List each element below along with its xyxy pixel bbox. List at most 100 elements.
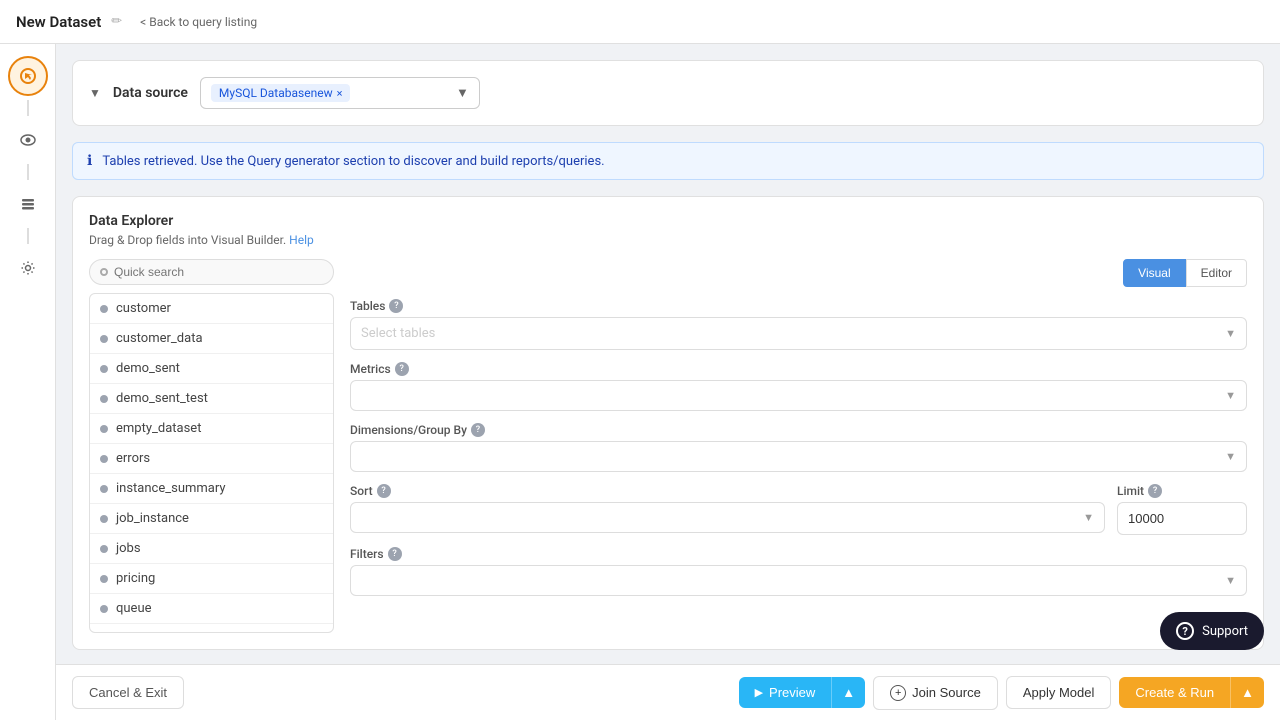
metrics-field-row: Metrics ? ▼	[350, 362, 1247, 411]
table-list-item[interactable]: job_instance	[90, 504, 333, 534]
preview-button[interactable]: ▶ Preview	[739, 677, 832, 708]
table-item-dot	[100, 305, 108, 313]
sidebar-connector-3	[27, 228, 29, 244]
metrics-help-icon[interactable]: ?	[395, 362, 409, 376]
sort-limit-row: Sort ? ▼	[350, 484, 1247, 535]
dimensions-select-arrow-icon: ▼	[1225, 450, 1236, 463]
filters-label: Filters ?	[350, 547, 1247, 561]
view-toggle: Visual Editor	[350, 259, 1247, 287]
preview-toggle-button[interactable]: ▲	[831, 677, 865, 708]
filters-select[interactable]: ▼	[350, 565, 1247, 596]
metrics-select[interactable]: ▼	[350, 380, 1247, 411]
join-source-button[interactable]: + Join Source	[873, 676, 998, 710]
explorer-section: Data Explorer Drag & Drop fields into Vi…	[72, 196, 1264, 650]
join-source-plus-icon: +	[890, 685, 906, 701]
table-list-item[interactable]: queue	[90, 594, 333, 624]
support-button[interactable]: ? Support	[1160, 612, 1264, 650]
limit-field: Limit ?	[1117, 484, 1247, 535]
limit-input[interactable]	[1117, 502, 1247, 535]
filters-help-icon[interactable]: ?	[388, 547, 402, 561]
dimensions-help-icon[interactable]: ?	[471, 423, 485, 437]
view-editor-btn[interactable]: Editor	[1186, 259, 1247, 287]
create-run-btn-group: Create & Run ▲	[1119, 677, 1264, 708]
sidebar-eye-icon[interactable]	[8, 120, 48, 160]
table-list-item[interactable]: demo_sent	[90, 354, 333, 384]
table-list-item[interactable]: empty_dataset	[90, 414, 333, 444]
bottom-bar: Cancel & Exit ▶ Preview ▲ + Join Sou	[56, 664, 1280, 720]
sidebar-gear-icon[interactable]	[8, 248, 48, 288]
sort-select-arrow-icon: ▼	[1083, 511, 1094, 524]
search-box[interactable]	[89, 259, 334, 285]
sort-label: Sort ?	[350, 484, 1105, 498]
table-list-item[interactable]: demo_sent_test	[90, 384, 333, 414]
table-item-dot	[100, 545, 108, 553]
table-list-item[interactable]: instance_summary	[90, 474, 333, 504]
tables-label: Tables ?	[350, 299, 1247, 313]
preview-play-icon: ▶	[755, 686, 763, 699]
table-list-item[interactable]: pricing	[90, 564, 333, 594]
dimensions-field-row: Dimensions/Group By ? ▼	[350, 423, 1247, 472]
table-item-dot	[100, 485, 108, 493]
sidebar-layers-icon[interactable]	[8, 184, 48, 224]
table-list-item[interactable]: jobs	[90, 534, 333, 564]
edit-icon[interactable]: ✏	[111, 14, 122, 29]
datasource-label: Data source	[113, 85, 188, 101]
table-item-dot	[100, 335, 108, 343]
info-banner: ℹ Tables retrieved. Use the Query genera…	[72, 142, 1264, 180]
sort-select[interactable]: ▼	[350, 502, 1105, 533]
table-item-dot	[100, 425, 108, 433]
table-item-dot	[100, 365, 108, 373]
create-run-toggle-button[interactable]: ▲	[1230, 677, 1264, 708]
table-list-panel: customercustomer_datademo_sentdemo_sent_…	[89, 259, 334, 633]
sidebar-connector-1	[27, 100, 29, 116]
filters-field-row: Filters ? ▼	[350, 547, 1247, 596]
sidebar-connector-2	[27, 164, 29, 180]
explorer-subtitle: Drag & Drop fields into Visual Builder. …	[89, 233, 1247, 247]
table-item-dot	[100, 455, 108, 463]
table-list-item[interactable]: customer	[90, 294, 333, 324]
table-item-dot	[100, 575, 108, 583]
limit-label: Limit ?	[1117, 484, 1247, 498]
search-input[interactable]	[114, 265, 323, 279]
metrics-label: Metrics ?	[350, 362, 1247, 376]
dimensions-select[interactable]: ▼	[350, 441, 1247, 472]
view-visual-btn[interactable]: Visual	[1123, 259, 1185, 287]
tables-select[interactable]: Select tables ▼	[350, 317, 1247, 350]
datasource-card: ▼ Data source MySQL Databasenew × ▼	[72, 60, 1264, 126]
apply-model-button[interactable]: Apply Model	[1006, 676, 1112, 709]
datasource-arrow-icon: ▼	[456, 85, 469, 101]
dimensions-label: Dimensions/Group By ?	[350, 423, 1247, 437]
support-icon: ?	[1176, 622, 1194, 640]
table-list: customercustomer_datademo_sentdemo_sent_…	[89, 293, 334, 633]
tables-help-icon[interactable]: ?	[389, 299, 403, 313]
table-list-item[interactable]: errors	[90, 444, 333, 474]
explorer-title: Data Explorer	[89, 213, 1247, 229]
datasource-select[interactable]: MySQL Databasenew × ▼	[200, 77, 480, 109]
limit-help-icon[interactable]: ?	[1148, 484, 1162, 498]
dataset-title: New Dataset	[16, 13, 101, 31]
icon-sidebar	[0, 44, 56, 720]
create-run-button[interactable]: Create & Run	[1119, 677, 1230, 708]
info-icon: ℹ	[87, 153, 92, 169]
table-item-dot	[100, 515, 108, 523]
tables-select-arrow-icon: ▼	[1225, 327, 1236, 340]
sort-field: Sort ? ▼	[350, 484, 1105, 535]
query-builder-panel: Visual Editor Tables ? Select tab	[350, 259, 1247, 633]
metrics-select-arrow-icon: ▼	[1225, 389, 1236, 402]
table-list-item[interactable]: supply_chain	[90, 624, 333, 633]
datasource-tag-remove[interactable]: ×	[337, 87, 343, 100]
help-link[interactable]: Help	[289, 233, 314, 247]
preview-btn-group: ▶ Preview ▲	[739, 677, 866, 708]
sidebar-pointer-icon[interactable]	[8, 56, 48, 96]
sort-help-icon[interactable]: ?	[377, 484, 391, 498]
table-item-dot	[100, 605, 108, 613]
tables-field-row: Tables ? Select tables ▼	[350, 299, 1247, 350]
filters-select-arrow-icon: ▼	[1225, 574, 1236, 587]
datasource-chevron[interactable]: ▼	[89, 86, 101, 100]
cancel-exit-button[interactable]: Cancel & Exit	[72, 676, 184, 709]
search-dot-icon	[100, 268, 108, 276]
table-list-item[interactable]: customer_data	[90, 324, 333, 354]
datasource-tag: MySQL Databasenew ×	[211, 84, 351, 102]
back-link[interactable]: < Back to query listing	[140, 15, 257, 29]
table-item-dot	[100, 395, 108, 403]
